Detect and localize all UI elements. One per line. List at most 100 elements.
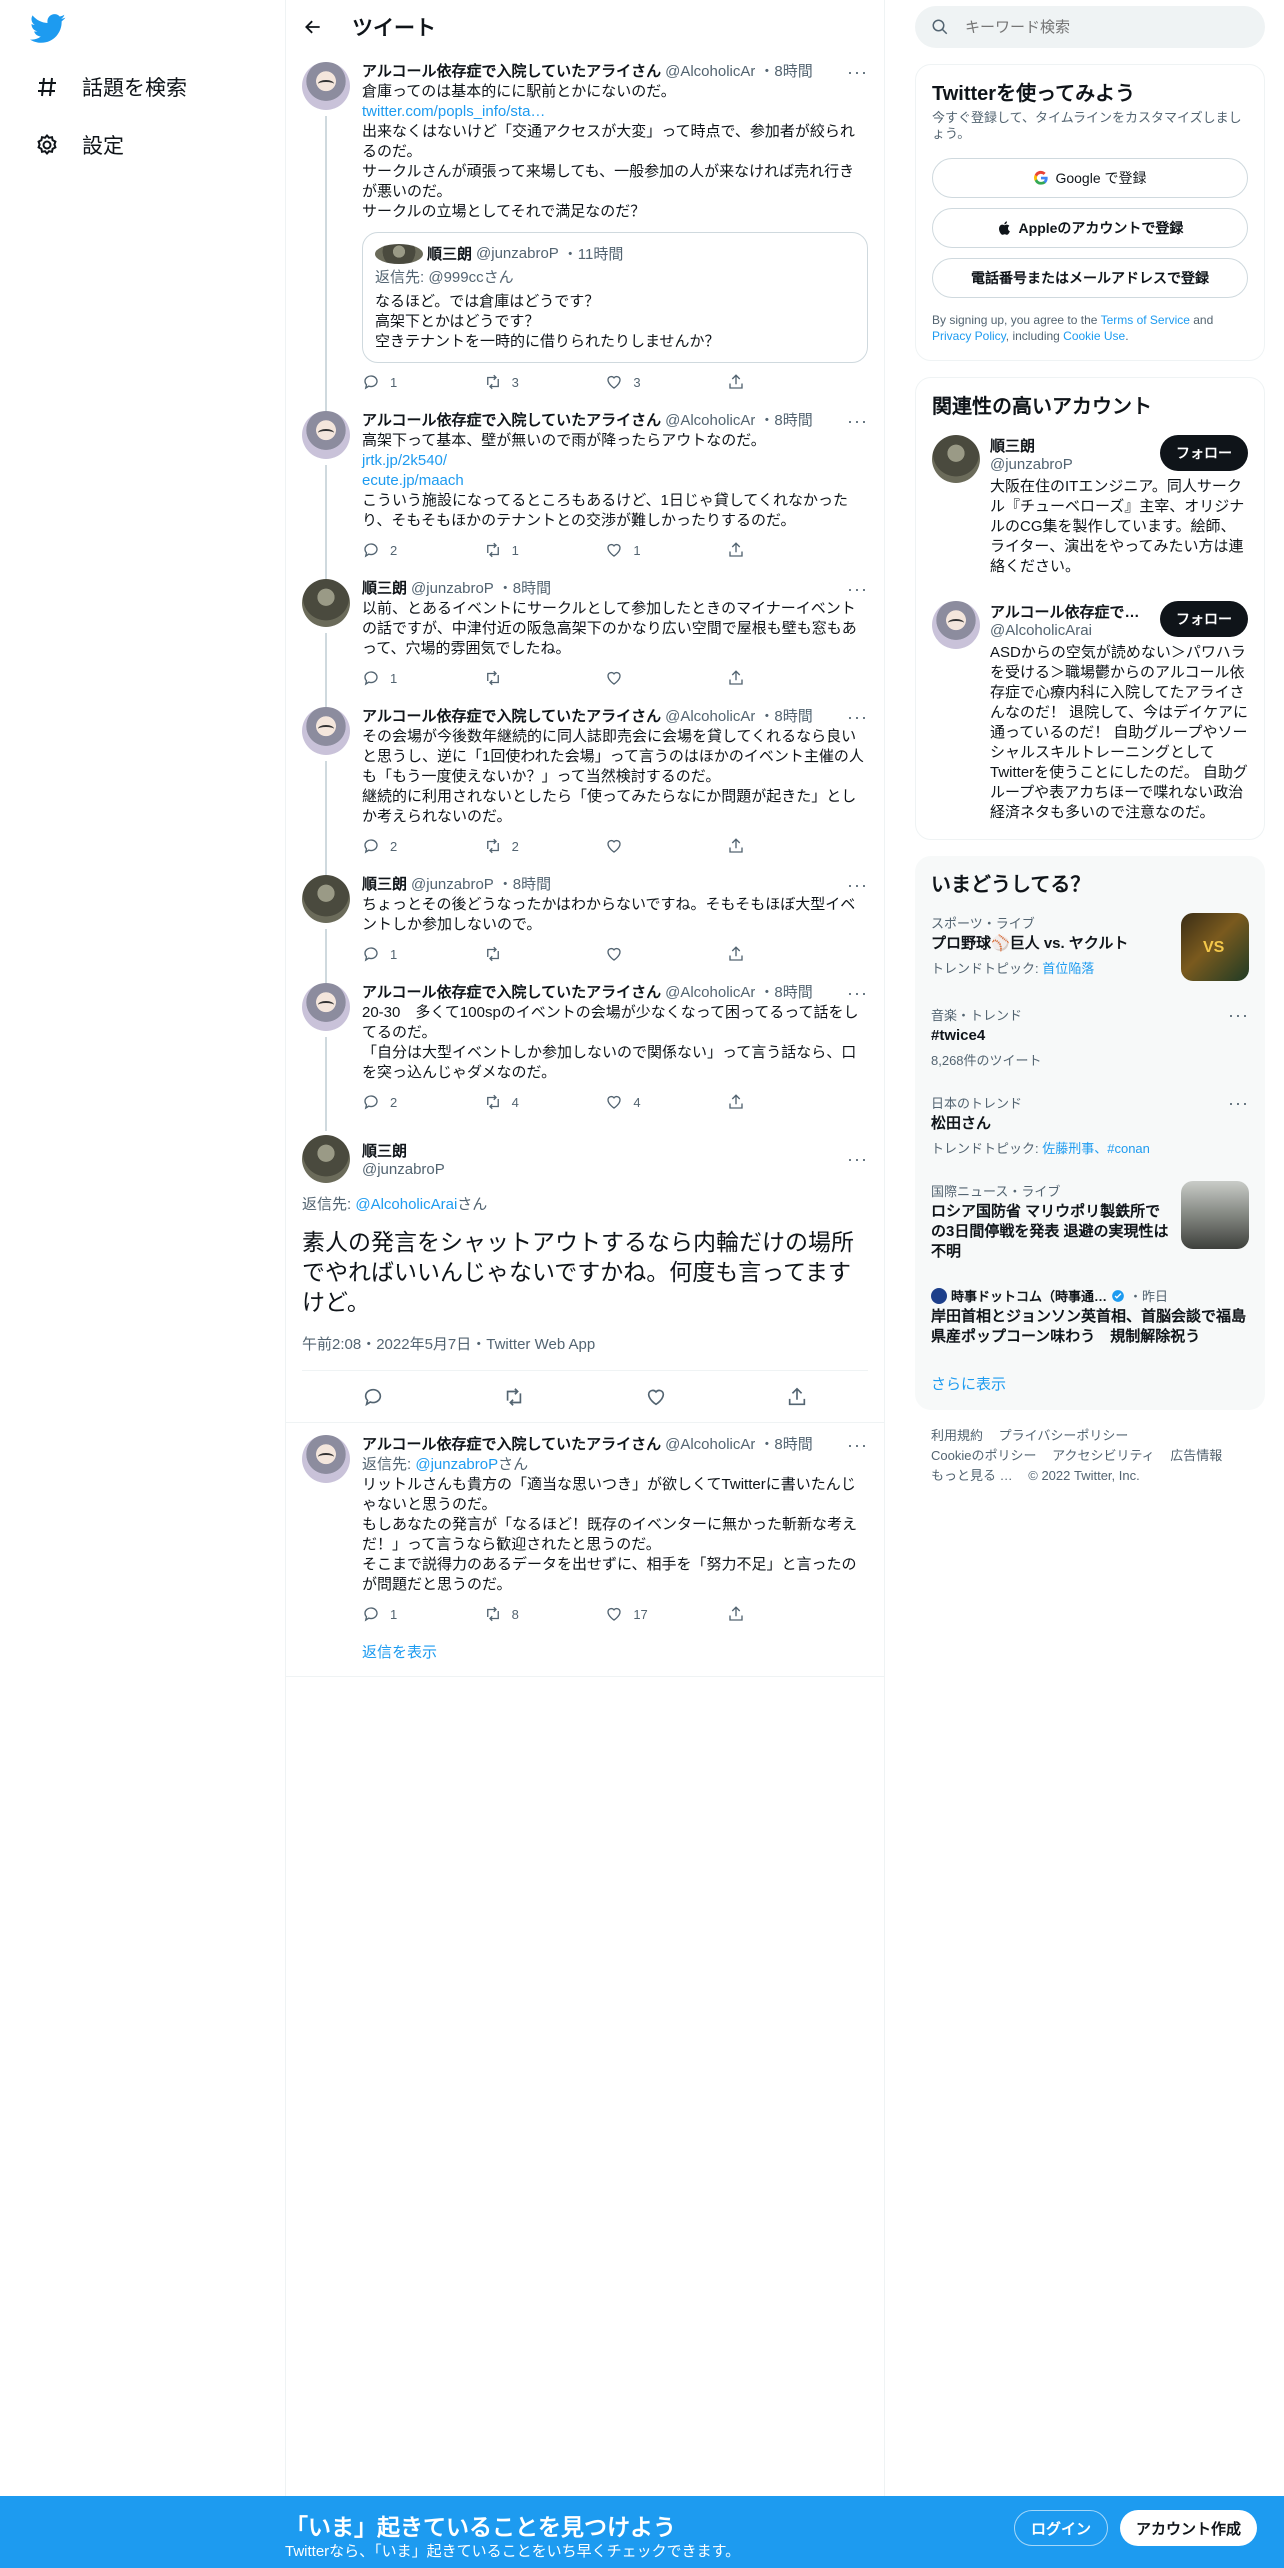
related-account[interactable]: アルコール依存症で… @AlcoholicArai フォロー ASDからの空気が… [916,589,1264,839]
tweet[interactable]: アルコール依存症で入院していたアライさん @AlcoholicAr ・8時間 ·… [286,1423,884,1635]
share-button[interactable] [727,945,787,963]
trend-item[interactable]: 日本のトレンド 松田さん トレンドトピック: 佐藤刑事、#conan ··· [915,1081,1265,1169]
share-button[interactable] [727,837,787,855]
reply-replyto-user[interactable]: @junzabroP [415,1456,498,1473]
phone-signup-button[interactable]: 電話番号またはメールアドレスで登録 [932,258,1248,298]
share-button[interactable] [727,373,787,391]
apple-signup-button[interactable]: Appleのアカウントで登録 [932,208,1248,248]
twitter-logo-icon[interactable] [30,14,66,44]
footer-link[interactable]: アクセシビリティ [1052,1448,1155,1463]
privacy-policy-link[interactable]: Privacy Policy [932,329,1006,343]
tweet-time[interactable]: ・8時間 [498,875,551,895]
tweet-time[interactable]: ・8時間 [498,579,551,599]
tweet-time[interactable]: ・8時間 [759,983,812,1003]
tweet-author-handle[interactable]: @AlcoholicAr [665,707,755,727]
more-icon[interactable]: ··· [1228,1005,1249,1026]
terms-of-service-link[interactable]: Terms of Service [1101,313,1190,327]
tweet-author-name[interactable]: アルコール依存症で入院していたアライさん [362,62,661,82]
footer-link[interactable]: もっと見る … [931,1468,1013,1483]
like-button[interactable] [605,669,665,687]
account-name[interactable]: アルコール依存症で… [990,601,1160,622]
tweet[interactable]: 順三朗 @junzabroP ・8時間 ··· ちょっとその後どうなったかはわか… [286,867,884,983]
tweet[interactable]: アルコール依存症で入院していたアライさん @AlcoholicAr ・8時間 ·… [286,54,884,411]
focus-meta[interactable]: 午前2:08・2022年5月7日・Twitter Web App [302,1333,868,1354]
tweet-time[interactable]: ・8時間 [759,1435,812,1455]
follow-button[interactable]: フォロー [1160,601,1248,637]
avatar[interactable] [932,601,980,649]
share-button[interactable] [727,669,787,687]
reply-button[interactable]: 1 [362,945,422,963]
more-icon[interactable]: ··· [847,62,868,82]
trend-item[interactable]: 時事ドットコム（時事通… ・昨日 岸田首相とジョンソン英首相、首脳会談で福島県産… [915,1274,1265,1359]
tweet-link[interactable]: jrtk.jp/2k540/ [362,451,868,471]
cookie-use-link[interactable]: Cookie Use [1063,329,1125,343]
retweet-button[interactable] [484,669,544,687]
footer-link[interactable]: プライバシーポリシー [999,1428,1129,1443]
more-icon[interactable]: ··· [847,411,868,431]
tweet[interactable]: 順三朗 @junzabroP ・8時間 ··· 以前、とあるイベントにサークルと… [286,571,884,707]
tweet-author-handle[interactable]: @AlcoholicAr [665,411,755,431]
share-button[interactable] [727,1093,787,1111]
like-button[interactable] [605,837,665,855]
tweet-author-name[interactable]: アルコール依存症で入院していたアライさん [362,1435,661,1455]
footer-link[interactable]: Cookieのポリシー [931,1448,1036,1463]
avatar[interactable] [302,1435,350,1483]
quoted-tweet[interactable]: 順三朗 @junzabroP ・11時間 返信先: @999ccさん なるほど。… [362,232,868,363]
tweet-author-name[interactable]: 順三朗 [362,875,407,895]
more-icon[interactable]: ··· [847,579,868,599]
follow-button[interactable]: フォロー [1160,435,1248,471]
avatar[interactable] [302,411,350,459]
like-button[interactable]: 3 [605,373,665,391]
tweet-author-name[interactable]: アルコール依存症で入院していたアライさん [362,707,661,727]
show-more-link[interactable]: さらに表示 [915,1359,1265,1410]
retweet-button[interactable]: 4 [484,1093,544,1111]
account-handle[interactable]: @AlcoholicArai [990,622,1160,639]
tweet-author-handle[interactable]: @junzabroP [411,875,494,895]
tweet-author-handle[interactable]: @AlcoholicAr [665,983,755,1003]
retweet-button[interactable]: 1 [484,541,544,559]
reply-button[interactable]: 1 [362,669,422,687]
tweet-time[interactable]: ・8時間 [759,707,812,727]
google-signup-button[interactable]: Google で登録 [932,158,1248,198]
tweet-link[interactable]: twitter.com/popls_info/sta… [362,102,868,122]
show-replies-link[interactable]: 返信を表示 [286,1635,884,1677]
tweet-author-name[interactable]: アルコール依存症で入院していたアライさん [362,411,661,431]
tweet-author-handle[interactable]: @AlcoholicAr [665,62,755,82]
retweet-button[interactable]: 2 [484,837,544,855]
focus-replyto-user[interactable]: @AlcoholicArai [355,1196,457,1213]
tweet[interactable]: アルコール依存症で入院していたアライさん @AlcoholicAr ・8時間 ·… [286,699,884,875]
related-account[interactable]: 順三朗 @junzabroP フォロー 大阪在住のITエンジニア。同人サークル『… [916,423,1264,589]
avatar[interactable] [302,62,350,110]
tweet[interactable]: アルコール依存症で入院していたアライさん @AlcoholicAr ・8時間 ·… [286,975,884,1131]
retweet-button[interactable] [484,945,544,963]
footer-link[interactable]: 利用規約 [931,1428,983,1443]
nav-settings[interactable]: 設定 [34,130,124,160]
more-icon[interactable]: ··· [847,1149,868,1170]
heart-icon[interactable] [645,1386,667,1408]
login-button[interactable]: ログイン [1014,2510,1109,2546]
tweet-time[interactable]: ・8時間 [759,62,812,82]
nav-explore[interactable]: 話題を検索 [34,72,187,102]
share-icon[interactable] [786,1386,808,1408]
more-icon[interactable]: ··· [1228,1093,1249,1114]
reply-button[interactable]: 1 [362,373,422,391]
like-button[interactable]: 17 [605,1605,665,1623]
account-handle[interactable]: @junzabroP [990,456,1160,473]
share-button[interactable] [727,541,787,559]
like-button[interactable]: 4 [605,1093,665,1111]
tweet-author-handle[interactable]: @AlcoholicAr [665,1435,755,1455]
avatar[interactable] [932,435,980,483]
reply-button[interactable]: 2 [362,1093,422,1111]
retweet-button[interactable]: 3 [484,373,544,391]
tweet-time[interactable]: ・8時間 [759,411,812,431]
tweet-author-name[interactable]: アルコール依存症で入院していたアライさん [362,983,661,1003]
tweet[interactable]: アルコール依存症で入院していたアライさん @AlcoholicAr ・8時間 ·… [286,403,884,579]
avatar[interactable] [302,707,350,755]
avatar[interactable] [302,875,350,923]
more-icon[interactable]: ··· [847,1435,868,1455]
search-input[interactable] [965,18,1215,36]
focus-author-handle[interactable]: @junzabroP [362,1161,835,1178]
account-name[interactable]: 順三朗 [990,435,1160,456]
trend-item[interactable]: 音楽・トレンド #twice4 8,268件のツイート ··· [915,993,1265,1081]
like-button[interactable] [605,945,665,963]
